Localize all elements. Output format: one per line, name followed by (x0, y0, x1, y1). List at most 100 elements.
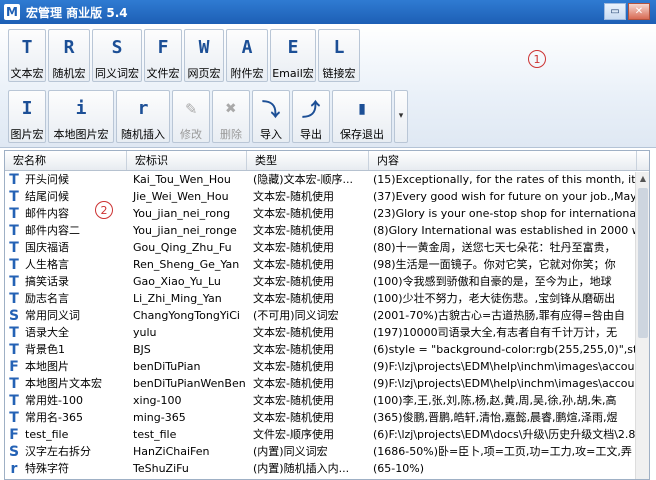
cell-content: (100)令我感到骄傲和自豪的是，至今为止，地球 (373, 275, 612, 288)
macro-type-icon: S (104, 34, 130, 61)
macro-name-text: 背景色1 (25, 343, 65, 356)
app-logo-icon: M (4, 4, 20, 20)
macro-type-icon: T (9, 341, 19, 358)
toolbar-button-row1-0[interactable]: T 文本宏 (8, 29, 46, 82)
macro-type-icon: i (68, 95, 94, 122)
toolbar-button-row2-4: ✖ 删除 (212, 90, 250, 143)
macro-name-text: 语录大全 (25, 326, 69, 339)
macro-type-icon: T (9, 239, 19, 256)
macro-type-icon: W (191, 34, 217, 61)
table-row[interactable]: S 汉字左右拆分 HanZiChaiFen (内置)同义词宏 (1686-50%)卧=臣… (5, 443, 649, 460)
table-row[interactable]: T 背景色1 BJS 文本宏-随机使用 (6)style = "background-c… (5, 341, 649, 358)
toolbar-button-row2-5[interactable]: ⤵ 导入 (252, 90, 290, 143)
cell-macro-name: T 人生格言 (5, 256, 127, 273)
macro-type-icon: T (9, 205, 19, 222)
header-content[interactable]: 内容 (369, 151, 637, 170)
toolbar-glyph: E (287, 37, 299, 58)
table-row[interactable]: T 励志名言 Li_Zhi_Ming_Yan 文本宏-随机使用 (100)少壮不努力，老… (5, 290, 649, 307)
cell-type: 文本宏-随机使用 (253, 292, 334, 305)
table-row[interactable]: T 开头问候 Kai_Tou_Wen_Hou (隐藏)文本宏-顺序... (15)Exc… (5, 171, 649, 188)
table-row[interactable]: r 特殊字符 TeShuZiFu (内置)随机插入内... (65-10%) (5, 460, 649, 477)
toolbar-glyph: ✖ (225, 98, 237, 119)
macro-name-text: 人生格言 (25, 258, 69, 271)
table-row[interactable]: Ftest_file test_file 文件宏-顺序使用 (6)F:\lzj\pro… (5, 426, 649, 443)
toolbar-button-row2-0[interactable]: I 图片宏 (8, 90, 46, 143)
macro-name-text: test_file (25, 428, 69, 441)
table-row[interactable]: T 常用姓-100 xing-100 文本宏-随机使用 (100)李,王,张,刘,陈,杨… (5, 392, 649, 409)
macro-type-icon: S (8, 443, 20, 460)
table-row[interactable]: S 常用同义词 ChangYongTongYiCi (不可用)同义词宏 (2001-70… (5, 307, 649, 324)
toolbar-button-row1-5[interactable]: A 附件宏 (226, 29, 268, 82)
macro-name-text: 常用同义词 (25, 309, 80, 322)
header-type[interactable]: 类型 (247, 151, 369, 170)
cell-type: (内置)随机插入内... (253, 462, 350, 475)
cell-type: 文本宏-随机使用 (253, 207, 334, 220)
table-row[interactable]: T 语录大全 yulu 文本宏-随机使用 (197)10000司语录大全,有志者自有千计… (5, 324, 649, 341)
macro-type-icon: F (9, 426, 19, 443)
cell-content: (6)F:\lzj\projects\EDM\docs\升级\历史升级文档\2.… (373, 428, 636, 441)
toolbar-button-label: 修改 (180, 128, 202, 141)
restore-button[interactable]: ▭ (604, 3, 626, 20)
cell-content: (15)Exceptionally, for the rates of this… (373, 173, 637, 186)
cell-macro-name: S 常用同义词 (5, 307, 127, 324)
cell-type: 文本宏-随机使用 (253, 190, 334, 203)
toolbar-row-macro-types: T 文本宏 R 随机宏 S 同义词宏 F 文件宏 W 网页宏 A 附件宏 E Email宏 L 链接宏 (8, 29, 360, 82)
cell-macro-id: benDiTuPianWenBen (133, 377, 246, 390)
close-button[interactable]: ✕ (628, 3, 650, 20)
cell-macro-name: T 搞笑话录 (5, 273, 127, 290)
vertical-scrollbar[interactable]: ▲ (635, 172, 649, 479)
toolbar-button-row1-3[interactable]: F 文件宏 (144, 29, 182, 82)
macro-name-text: 邮件内容 (25, 207, 69, 220)
toolbar-button-row1-2[interactable]: S 同义词宏 (92, 29, 142, 82)
toolbar-button-row1-6[interactable]: E Email宏 (270, 29, 316, 82)
table-row[interactable]: T 人生格言 Ren_Sheng_Ge_Yan 文本宏-随机使用 (98)生活是一面镜子… (5, 256, 649, 273)
toolbar-button-row1-7[interactable]: L 链接宏 (318, 29, 360, 82)
macro-type-icon: F (9, 358, 19, 375)
table-row[interactable]: T 国庆福语 Gou_Qing_Zhu_Fu 文本宏-随机使用 (80)十一黄金周，送您… (5, 239, 649, 256)
toolbar-glyph: ⤵ (262, 99, 280, 121)
table-row[interactable]: T 常用名-365 ming-365 文本宏-随机使用 (365)俊鹏,晋鹏,皓轩,清怡… (5, 409, 649, 426)
toolbar-overflow-dropdown[interactable]: ▾ (394, 90, 408, 143)
toolbar-glyph: W (198, 37, 210, 58)
cell-macro-id: Li_Zhi_Ming_Yan (133, 292, 222, 305)
cell-content: (98)生活是一面镜子。你对它笑，它就对你笑；你 (373, 258, 616, 271)
cell-macro-name: Ftest_file (5, 426, 127, 443)
header-macro-id[interactable]: 宏标识 (127, 151, 247, 170)
cell-macro-id: HanZiChaiFen (133, 445, 210, 458)
cell-content: (9)F:\lzj\projects\EDM\help\inchm\images… (373, 377, 637, 390)
table-row[interactable]: T 本地图片文本宏 benDiTuPianWenBen 文本宏-随机使用 (9)F:\l… (5, 375, 649, 392)
scroll-up-arrow-icon[interactable]: ▲ (636, 172, 649, 186)
macro-type-icon: ⤵ (258, 95, 284, 122)
toolbar-button-label: 删除 (220, 128, 242, 141)
scrollbar-thumb[interactable] (638, 188, 648, 338)
annotation-marker-2: 2 (95, 201, 113, 219)
macro-type-icon: T (9, 290, 19, 307)
toolbar-button-row2-1[interactable]: i 本地图片宏 (48, 90, 114, 143)
toolbar-button-row2-6[interactable]: ⤴ 导出 (292, 90, 330, 143)
macro-type-icon: E (280, 34, 306, 61)
macro-type-icon: T (9, 188, 19, 205)
cell-macro-name: T 语录大全 (5, 324, 127, 341)
toolbar-button-row1-1[interactable]: R 随机宏 (48, 29, 90, 82)
toolbar-button-row1-4[interactable]: W 网页宏 (184, 29, 224, 82)
cell-macro-name: r 特殊字符 (5, 460, 127, 477)
table-row[interactable]: T 搞笑话录 Gao_Xiao_Yu_Lu 文本宏-随机使用 (100)令我感到骄傲和自… (5, 273, 649, 290)
macro-name-text: 特殊字符 (25, 462, 69, 475)
toolbar-button-row2-2[interactable]: r 随机插入 (116, 90, 170, 143)
cell-macro-name: T 励志名言 (5, 290, 127, 307)
cell-macro-name: T 邮件内容二 (5, 222, 127, 239)
toolbar-button-row2-7[interactable]: ▮ 保存退出 (332, 90, 392, 143)
header-macro-name[interactable]: 宏名称 (5, 151, 127, 170)
table-row[interactable]: T 邮件内容二 You_jian_nei_ronge 文本宏-随机使用 (8)Glory… (5, 222, 649, 239)
toolbar: T 文本宏 R 随机宏 S 同义词宏 F 文件宏 W 网页宏 A 附件宏 E Email宏 L 链接宏 I 图片… (0, 24, 656, 148)
macro-type-icon: T (9, 409, 19, 426)
macro-type-icon: T (9, 375, 19, 392)
cell-type: 文本宏-随机使用 (253, 224, 334, 237)
cell-macro-id: ChangYongTongYiCi (133, 309, 240, 322)
cell-macro-id: Kai_Tou_Wen_Hou (133, 173, 231, 186)
table-row[interactable]: F 本地图片 benDiTuPian 文本宏-随机使用 (9)F:\lzj\projec… (5, 358, 649, 375)
cell-macro-id: benDiTuPian (133, 360, 201, 373)
toolbar-glyph: F (157, 37, 169, 58)
annotation-marker-1: 1 (528, 50, 546, 68)
macro-type-icon: A (234, 34, 260, 61)
